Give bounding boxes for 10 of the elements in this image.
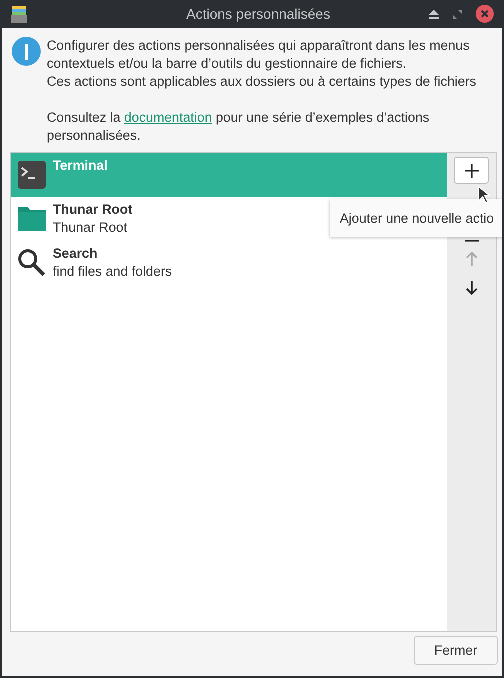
tooltip: Ajouter une nouvelle actio [330,199,502,237]
window-title: Actions personnalisées [186,6,332,22]
action-description: find files and folders [53,263,172,281]
action-description: Thunar Root [53,219,128,237]
action-name: Terminal [53,157,108,175]
action-name: Thunar Root [53,201,133,219]
documentation-text: Consultez la documentation pour une série d’exemples d’actions personnalisées. [47,109,431,145]
info-text: Ces actions sont applicables aux dossiers ou à certains types de fichiers [47,73,478,91]
info-text: Configurer des actions personnalisées qui apparaîtront dans les menus contextuels et/ou la barre d’outils du gestionnaire de fichiers. [47,37,471,73]
action-name: Search [53,245,99,263]
